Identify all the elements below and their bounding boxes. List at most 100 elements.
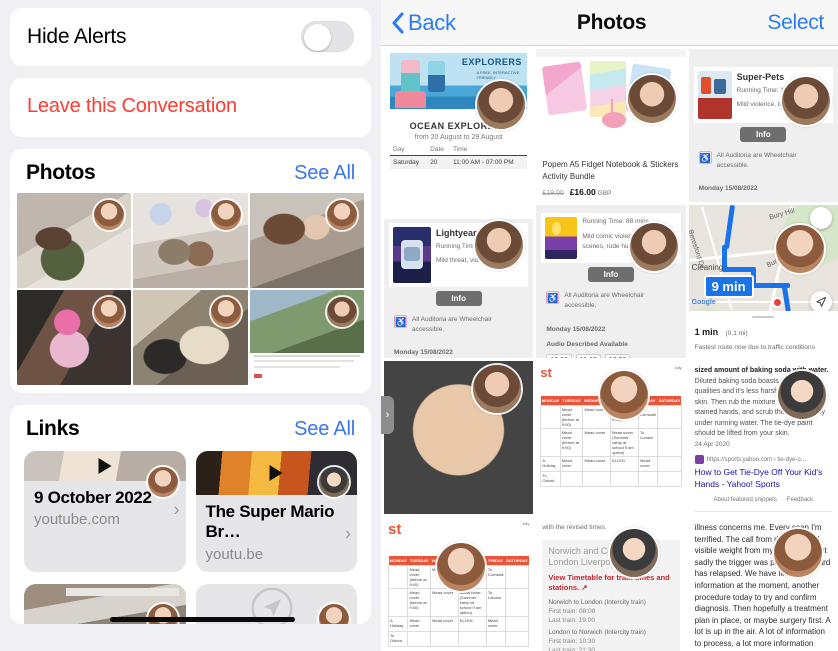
photos-section-title: Photos [26, 161, 96, 184]
hide-alerts-toggle[interactable] [301, 21, 354, 52]
photos-thumbnail-grid [10, 193, 371, 393]
avatar [597, 369, 650, 421]
showtime-button[interactable]: 12:30 [604, 354, 631, 358]
info-button[interactable]: Info [587, 267, 634, 282]
avatar [92, 198, 127, 232]
favicon-icon [694, 455, 704, 465]
photo-tile-showtimes[interactable]: Running Time: 88 mins Mild comic violenc… [536, 205, 686, 358]
calendar-cell: To Oxford [387, 631, 409, 647]
weekday-header: TUESDAY [560, 396, 583, 406]
link-preview-card[interactable]: 9 October 2022 youtube.com › [24, 451, 186, 573]
photo-thumbnail[interactable] [133, 290, 248, 385]
result-title-link[interactable]: How to Get Tie-Dye Off Your Kid's Hands … [695, 467, 832, 491]
ocean-explorers-subheading: from 20 August to 29 August [414, 134, 503, 141]
back-label: Back [408, 9, 456, 35]
photos-see-all-link[interactable]: See All [294, 162, 355, 185]
about-featured-snippets-link[interactable]: About featured snippets [713, 497, 776, 503]
back-button[interactable]: Back [391, 10, 456, 36]
calendar-row: Mead cover (before at 9:00) Mead cover M… [540, 428, 682, 457]
banner-title: EXPLORERS [461, 57, 522, 68]
first-train: First train: 08:00 [548, 607, 596, 615]
photo-tile-map[interactable]: Bury Hill Beresford Dr Cleaning Bury Hil… [688, 205, 838, 358]
photo-thumbnail[interactable] [17, 193, 132, 288]
audio-described-note: Audio Described Available | IMPACT® [699, 201, 828, 202]
showtime-button[interactable]: 11:20 [575, 354, 601, 358]
product-price-original: £19.00 [542, 190, 564, 198]
link-title: 9 October 2022 [34, 488, 152, 507]
navigate-icon[interactable] [809, 291, 832, 313]
photo-thumbnail[interactable] [17, 290, 132, 385]
photo-tile-health-note[interactable]: illness concerns me. Every scan I'm terr… [688, 517, 838, 651]
photo-tile-train-timetable[interactable]: with the revised times. Norwich and Colc… [536, 517, 686, 651]
select-button[interactable]: Select [767, 11, 824, 35]
calendar-row: A Holiday Mead cover Mead cover ELLEN Me… [387, 616, 530, 632]
link-preview-card[interactable]: The Super Mario Br… youtu.be › [195, 451, 357, 573]
chevron-right-icon: › [345, 523, 351, 544]
result-url-row[interactable]: https://sports.yahoo.com › tie-dye-o… [694, 455, 832, 465]
info-button[interactable]: Info [740, 126, 787, 142]
audio-described-note: Audio Described Available [546, 341, 628, 349]
conversation-details-and-photos-screen: Hide Alerts Leave this Conversation Phot… [0, 0, 838, 651]
wheelchair-icon: ♿ [698, 150, 712, 164]
photo-tile-product[interactable]: Popem A5 Fidget Notebook & Stickers Acti… [536, 49, 686, 202]
chevron-right-icon: › [173, 499, 180, 520]
calendar-title-fragment: st [540, 365, 552, 380]
calendar-cell [638, 471, 659, 487]
calendar-cell: Mead cover [485, 616, 506, 632]
photo-thumbnail[interactable] [133, 193, 248, 288]
photo-tile-search-result[interactable]: sized amount of baking soda with water. … [688, 361, 838, 514]
panel-expand-handle[interactable]: › [381, 396, 394, 434]
weekday-header: FRIDAY [486, 556, 506, 566]
calendar-cell: Mead cover [582, 428, 612, 457]
film-poster [697, 70, 732, 119]
calendar-row: To Oxford [540, 471, 682, 487]
photo-tile-superpets[interactable]: Super-Pets Running Time: 105 mins Mild v… [688, 49, 838, 202]
photo-thumbnail[interactable] [249, 193, 364, 288]
route-label: London to Norwich (Intercity train) [548, 628, 646, 636]
links-see-all-link[interactable]: See All [294, 418, 355, 441]
route-note: Fastest route now due to traffic conditi… [694, 344, 815, 352]
screenshot-content: Popem A5 Fidget Notebook & Stickers Acti… [536, 49, 686, 202]
calendar-cell: Mead cover (before at 9:00) [559, 405, 584, 429]
calendar-cell: A Holiday [540, 456, 561, 472]
avatar [627, 221, 680, 273]
showtime-button[interactable]: 10:20 [546, 354, 572, 358]
links-section-header: Links See All [10, 405, 371, 449]
calendar-cell [387, 588, 409, 617]
photo-thumbnail[interactable] [249, 290, 364, 385]
feedback-link[interactable]: Feedback [787, 497, 813, 503]
photos-viewer-panel: Back Photos Select EXPLORERS A FREE, INT… [381, 0, 838, 651]
leave-conversation-button[interactable]: Leave this Conversation [10, 78, 371, 137]
people-also-ask-heading: People also ask [694, 511, 832, 514]
avatar [325, 198, 359, 232]
product-price-suffix: GBP [597, 190, 612, 198]
hide-alerts-label: Hide Alerts [27, 24, 127, 48]
accessibility-text: All Auditoria are Wheelchair accessible. [564, 292, 645, 309]
conversation-details-panel: Hide Alerts Leave this Conversation Phot… [0, 0, 381, 651]
photo-tile-calendar[interactable]: st July MONDAY TUESDAY WEDNESDAY THURSDA… [536, 361, 686, 514]
sheet-grabber[interactable] [752, 316, 775, 319]
route-distance: (0.1 mi) [725, 330, 748, 338]
calendar-cell [504, 631, 530, 647]
calendar-cell: A Holiday [387, 616, 409, 632]
photo-tile-calendar-second[interactable]: st July MONDAY TUESDAY WEDNESDAY THURSDA… [384, 517, 534, 651]
leave-conversation-card[interactable]: Leave this Conversation [10, 78, 371, 137]
route-duration: 1 min [694, 327, 719, 338]
weekday-header: MONDAY [540, 396, 561, 406]
cell-time: 11:00 AM - 07:00 PM [450, 155, 528, 169]
link-title: The Super Mario Br… [205, 502, 335, 542]
photo-tile-ocean-explorers[interactable]: EXPLORERS A FREE, INTERACTIVE FRIENDLY O… [384, 49, 534, 202]
column-header-date: Date [427, 144, 451, 156]
hide-alerts-row[interactable]: Hide Alerts [10, 8, 371, 66]
accessibility-note: ♿ All Auditoria are Wheelchair accessibl… [541, 286, 681, 316]
photo-tile-tweet[interactable]: Dadman Walking @dadmann_walking Fact: ki… [384, 361, 534, 514]
last-train: Last train: 21:30 [548, 646, 595, 651]
result-meta-row: About featured snippets Feedback [695, 497, 832, 503]
link-domain: youtube.com [34, 511, 120, 529]
column-header-day: Day [390, 144, 428, 156]
calendar-cell [504, 565, 530, 589]
accessibility-text: All Auditoria are Wheelchair accessible. [716, 151, 797, 169]
info-button[interactable]: Info [435, 290, 482, 306]
photos-card: Photos See All [10, 149, 371, 393]
photo-tile-lightyear[interactable]: Lightyear Running Time: 105 mins Mild th… [384, 205, 534, 358]
